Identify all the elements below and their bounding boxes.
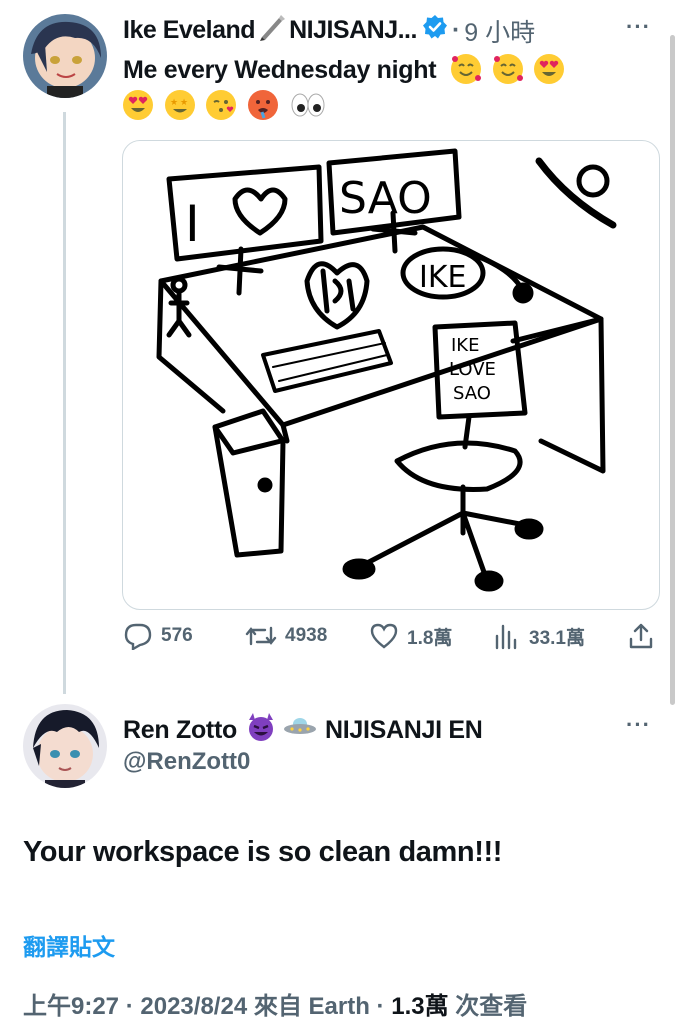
repost-icon [245,626,277,646]
eyes-emoji-icon [290,90,326,120]
heart-eyes-emoji-icon [123,90,153,120]
time-separator: · [451,16,461,44]
source-prefix: 來自 [253,993,302,1020]
reply-time[interactable]: 上午9:27 [23,993,119,1020]
kissing-heart-emoji-icon [206,90,237,120]
ufo-emoji-icon [283,715,317,746]
views-count: 33.1萬 [529,627,585,649]
tweet-action-bar: 576 4938 1.8萬 33.1萬 [123,622,659,658]
translate-post-link[interactable]: 翻譯貼文 [23,928,115,962]
svg-text:★ ★: ★ ★ [170,97,188,107]
reply-text: Your workspace is so clean damn!!! [23,836,503,868]
verified-badge-icon [422,14,448,47]
reply-views-label: 次查看 [455,993,528,1020]
reply-source: Earth [308,993,370,1020]
author-name[interactable]: Ike Eveland [123,16,256,45]
thread-connector-line [63,112,66,694]
ren-avatar[interactable] [23,704,107,788]
author-affiliation: NIJISANJ... [289,16,417,44]
reply-author-handle[interactable]: @RenZott0 [123,748,250,776]
tweet-author-row: Ike Eveland NIJISANJ... · 9 小時 [123,12,535,49]
ike-badge-text: IKE [419,260,466,295]
reply-metadata: 上午9:27 · 2023/8/24 來自 Earth · 1.3萬 次查看 [23,993,528,1020]
heart-eyes-emoji-icon [534,54,565,84]
smiling-face-with-hearts-emoji-icon [492,54,523,84]
tweet-image-drawing[interactable]: I SAO IKE IKE LOVE SAO [122,140,660,610]
share-icon [629,623,653,649]
reply-author-name[interactable]: Ren Zotto [123,716,237,745]
chair-sign-line2: LOVE [449,359,496,380]
reply-action[interactable]: 576 [123,622,193,650]
ike-avatar[interactable] [23,14,107,98]
reply-icon [124,623,152,650]
reply-author-affiliation: NIJISANJI EN [324,716,483,744]
tweet-more-options-icon[interactable]: ··· [626,14,651,40]
reply-views-count[interactable]: 1.3萬 [391,993,448,1020]
bar-chart-icon [495,624,517,650]
reply-more-options-icon[interactable]: ··· [626,712,651,738]
monitor-right-text: SAO [339,173,432,224]
pen-emoji-icon [257,12,287,49]
star-struck-emoji-icon: ★ ★ [164,90,195,120]
reply-author-row: Ren Zotto NIJISANJI EN [123,712,483,749]
reply-date[interactable]: 2023/8/24 [140,993,247,1020]
chair-sign-line3: SAO [453,383,491,404]
like-count: 1.8萬 [407,627,453,649]
hot-face-emoji-icon [247,90,278,120]
share-action[interactable] [627,622,663,650]
tweet-time[interactable]: 9 小時 [464,13,535,49]
views-action[interactable]: 33.1萬 [493,622,585,650]
reply-count: 576 [161,625,193,646]
like-action[interactable]: 1.8萬 [369,622,452,650]
heart-icon [370,623,398,649]
tweet-text: Me every Wednesday night ★ ★ [123,52,643,124]
smiling-devil-emoji-icon [245,712,277,749]
scrollbar[interactable] [670,35,675,705]
smiling-face-with-hearts-emoji-icon [450,54,481,84]
tweet-text-body: Me every Wednesday night [123,56,437,84]
repost-action[interactable]: 4938 [245,622,327,650]
monitor-left-text: I [185,195,200,253]
chair-sign-line1: IKE [451,335,480,356]
repost-count: 4938 [285,625,328,646]
